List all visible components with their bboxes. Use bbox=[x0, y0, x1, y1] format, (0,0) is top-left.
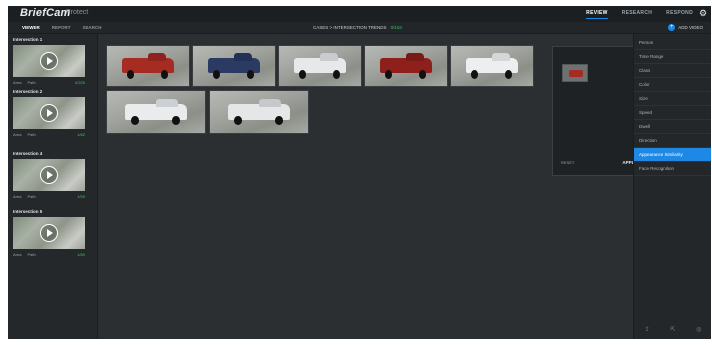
truck-cab bbox=[148, 53, 167, 62]
play-icon[interactable] bbox=[40, 52, 58, 70]
video-meta: Area Path 1/82 bbox=[13, 132, 85, 137]
top-navigation: REVIEW RESEARCH RESPOND bbox=[586, 10, 693, 19]
video-thumbnail[interactable] bbox=[13, 45, 85, 77]
truck-cab bbox=[492, 53, 511, 62]
area-label[interactable]: Area bbox=[13, 132, 21, 137]
tab-viewer[interactable]: VIEWER bbox=[22, 25, 40, 30]
filter-time-range[interactable]: Time Range bbox=[634, 50, 711, 64]
path-label[interactable]: Path bbox=[27, 194, 35, 199]
filter-speed[interactable]: Speed bbox=[634, 106, 711, 120]
video-count: 0/225 bbox=[74, 80, 85, 85]
filter-panel: Person Time Range Class Color Size Speed… bbox=[633, 34, 711, 339]
play-icon[interactable] bbox=[40, 104, 58, 122]
truck-cab bbox=[406, 53, 425, 62]
filter-class[interactable]: Class bbox=[634, 64, 711, 78]
add-video-button[interactable]: + ADD VIDEO bbox=[668, 24, 703, 31]
add-video-label: ADD VIDEO bbox=[678, 25, 703, 30]
result-thumbnail[interactable] bbox=[209, 90, 309, 134]
result-thumbnail[interactable] bbox=[192, 45, 276, 87]
video-meta: Area Path 1/59 bbox=[13, 194, 85, 199]
truck-wheel bbox=[470, 70, 479, 79]
nav-respond[interactable]: RESPOND bbox=[666, 10, 693, 19]
area-label[interactable]: Area bbox=[13, 194, 21, 199]
result-thumbnail[interactable] bbox=[364, 45, 448, 87]
play-icon[interactable] bbox=[40, 166, 58, 184]
tab-search[interactable]: SEARCH bbox=[83, 25, 102, 30]
result-thumbnail[interactable] bbox=[278, 45, 362, 87]
reset-button[interactable]: RESET bbox=[561, 160, 574, 165]
truck-wheel bbox=[298, 70, 307, 79]
video-thumbnail[interactable] bbox=[13, 97, 85, 129]
view-tabs: VIEWER REPORT SEARCH bbox=[22, 25, 102, 30]
truck-cab bbox=[234, 53, 253, 62]
video-title: Intersection 2 bbox=[13, 89, 43, 94]
video-count: 1/82 bbox=[77, 132, 85, 137]
video-thumbnail[interactable] bbox=[13, 159, 85, 191]
video-item[interactable]: Intersection 4 Area Path 1/59 bbox=[13, 151, 91, 199]
video-item[interactable]: Intersection 5 Area Path 1/80 bbox=[13, 209, 91, 257]
truck-cab bbox=[156, 98, 178, 107]
filter-dwell[interactable]: Dwell bbox=[634, 120, 711, 134]
video-thumbnail[interactable] bbox=[13, 217, 85, 249]
video-meta: Area Path 1/80 bbox=[13, 252, 85, 257]
truck-cab bbox=[259, 98, 281, 107]
video-item[interactable]: Intersection 1 Area Path 0/225 bbox=[13, 37, 91, 85]
truck-wheel bbox=[384, 70, 393, 79]
video-meta: Area Path 0/225 bbox=[13, 80, 85, 85]
appearance-similarity-panel: × RESET APPLY bbox=[552, 46, 644, 176]
export-icon[interactable]: ⇪ bbox=[644, 326, 649, 339]
brand-subtitle: Protect bbox=[66, 9, 89, 16]
truck-cab bbox=[320, 53, 339, 62]
secondary-toolbar: VIEWER REPORT SEARCH CASES > INTERSECTIO… bbox=[8, 22, 711, 34]
breadcrumb[interactable]: CASES > INTERSECTION TRENDS 0/104 bbox=[313, 25, 402, 30]
video-count: 1/59 bbox=[77, 194, 85, 199]
filter-size[interactable]: Size bbox=[634, 92, 711, 106]
truck-wheel bbox=[212, 70, 221, 79]
filter-color[interactable]: Color bbox=[634, 78, 711, 92]
gear-icon[interactable]: ⚙ bbox=[698, 8, 708, 18]
results-grid: × RESET APPLY bbox=[99, 34, 644, 339]
area-label[interactable]: Area bbox=[13, 80, 21, 85]
video-title: Intersection 5 bbox=[13, 209, 43, 214]
tab-report[interactable]: REPORT bbox=[52, 25, 71, 30]
result-thumbnail[interactable] bbox=[106, 45, 190, 87]
top-bar: BriefCam Protect REVIEW RESEARCH RESPOND… bbox=[8, 6, 711, 22]
user-icon[interactable]: ◎ bbox=[696, 326, 701, 339]
video-count: 1/80 bbox=[77, 252, 85, 257]
path-label[interactable]: Path bbox=[27, 80, 35, 85]
video-item[interactable]: Intersection 2 Area Path 1/82 bbox=[13, 89, 91, 137]
breadcrumb-count: 0/104 bbox=[390, 25, 402, 30]
nav-review[interactable]: REVIEW bbox=[586, 10, 608, 19]
breadcrumb-path[interactable]: CASES > INTERSECTION TRENDS bbox=[313, 25, 387, 30]
path-label[interactable]: Path bbox=[27, 132, 35, 137]
play-icon[interactable] bbox=[40, 224, 58, 242]
app-window: BriefCam Protect REVIEW RESEARCH RESPOND… bbox=[8, 6, 711, 339]
truck-wheel bbox=[126, 70, 135, 79]
panel-bottom-icons: ⇪ ⇱ ◎ bbox=[634, 326, 711, 339]
path-label[interactable]: Path bbox=[27, 252, 35, 257]
area-label[interactable]: Area bbox=[13, 252, 21, 257]
plus-icon: + bbox=[668, 24, 676, 31]
filter-appearance-similarity[interactable]: Appearance Similarity bbox=[634, 148, 711, 162]
filter-direction[interactable]: Direction bbox=[634, 134, 711, 148]
result-thumbnail[interactable] bbox=[106, 90, 206, 134]
share-icon[interactable]: ⇱ bbox=[670, 326, 675, 339]
brand-logo: BriefCam bbox=[20, 7, 71, 19]
filter-face-recognition[interactable]: Face Recognition bbox=[634, 162, 711, 176]
reference-image[interactable] bbox=[562, 64, 588, 82]
video-title: Intersection 4 bbox=[13, 151, 43, 156]
video-title: Intersection 1 bbox=[13, 37, 43, 42]
result-thumbnail[interactable] bbox=[450, 45, 534, 87]
video-sidebar: Intersection 1 Area Path 0/225 Intersect… bbox=[8, 34, 98, 339]
nav-research[interactable]: RESEARCH bbox=[622, 10, 652, 19]
filter-person[interactable]: Person bbox=[634, 36, 711, 50]
